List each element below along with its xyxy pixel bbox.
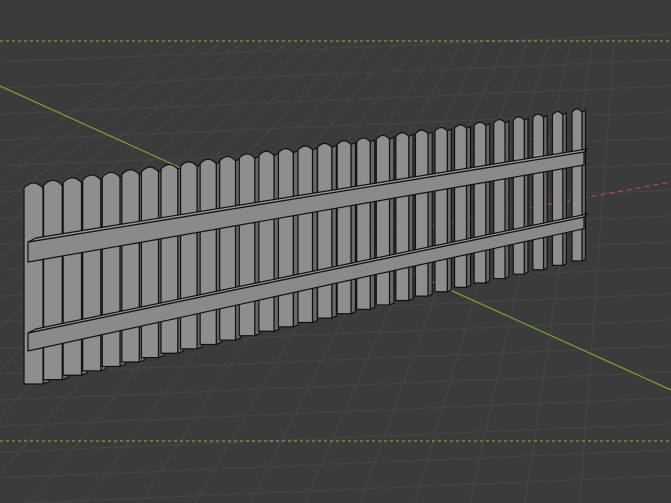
picket [395,132,410,302]
picket [434,126,448,293]
picket-side [388,136,395,306]
picket-side [311,147,318,324]
picket [512,116,525,275]
picket [82,174,102,372]
picket-side [292,149,299,328]
picket [493,118,506,280]
picket-side [427,130,433,298]
picket-side [331,144,338,320]
picket [375,134,391,306]
picket [297,145,314,324]
picket [219,155,237,341]
picket [199,158,217,346]
picket [277,148,294,328]
picket [473,121,487,284]
picket [571,108,583,262]
picket-side [408,133,414,302]
picket [316,142,333,319]
picket [551,111,564,266]
picket [140,166,160,359]
picket-side [350,141,357,315]
picket-side [446,128,452,293]
picket [258,150,275,332]
picket [42,179,63,381]
3d-viewport[interactable] [0,0,671,503]
picket [160,163,179,354]
picket [179,161,198,350]
picket [453,124,468,288]
picket [101,171,121,368]
picket [532,113,545,271]
picket [356,137,371,310]
picket-side [369,138,376,311]
picket [238,153,256,337]
picket [121,169,140,363]
picket-side [465,125,472,289]
picket [414,129,429,297]
picket [23,182,44,385]
picket [62,177,83,376]
viewport-canvas[interactable] [0,0,671,503]
picket [336,140,352,315]
